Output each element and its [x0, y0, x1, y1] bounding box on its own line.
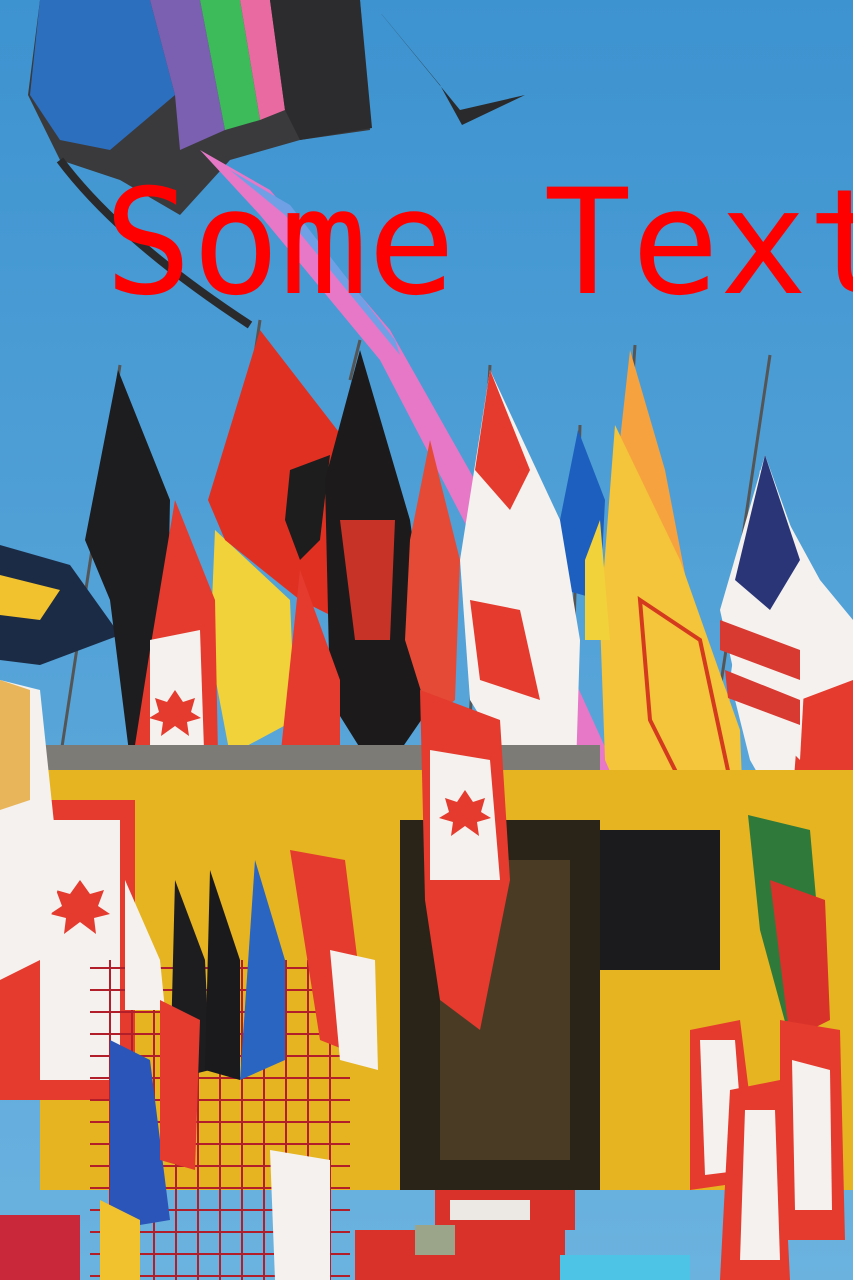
market-flags-photo	[0, 0, 853, 1280]
